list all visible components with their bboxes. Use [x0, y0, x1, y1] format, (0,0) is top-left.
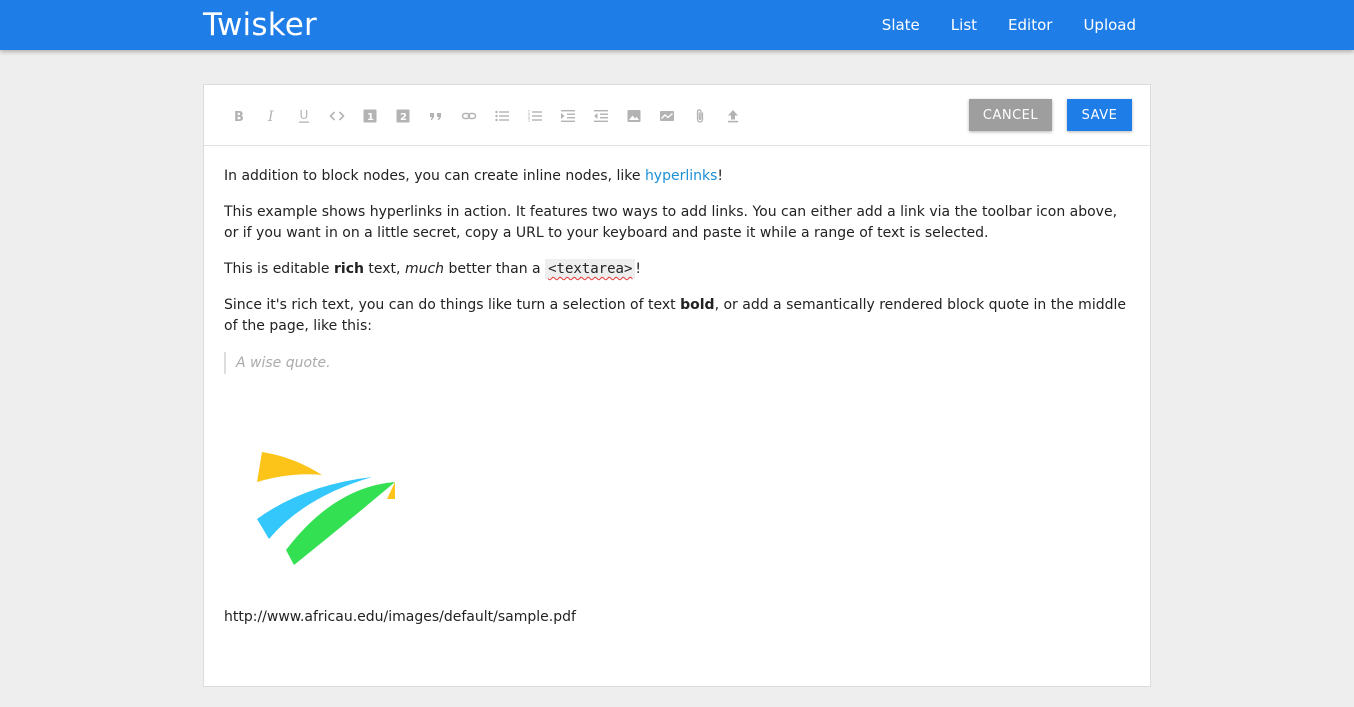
bulleted-list-icon[interactable]	[485, 106, 518, 126]
cancel-button[interactable]: CANCEL	[969, 99, 1052, 131]
italic-icon[interactable]: I	[254, 106, 287, 126]
main-nav: Slate List Editor Upload	[882, 0, 1136, 50]
brand-title[interactable]: Twisker	[203, 7, 317, 43]
paragraph-inline-nodes: In addition to block nodes, you can crea…	[224, 168, 724, 184]
underline-icon[interactable]: U	[287, 106, 320, 126]
format-tools: B I U 1 2 1 2 3	[221, 106, 749, 126]
pdf-url-text[interactable]: http://www.africau.edu/images/default/sa…	[224, 609, 576, 625]
editor-card: B I U 1 2 1 2 3 CANCEL SAVE In addition …	[203, 84, 1151, 687]
svg-text:B: B	[234, 110, 244, 124]
heading-two-icon[interactable]: 2	[386, 106, 419, 126]
nav-item-slate[interactable]: Slate	[882, 16, 920, 34]
svg-text:2: 2	[400, 112, 407, 123]
link-icon[interactable]	[452, 106, 485, 126]
block-quote: A wise quote.	[224, 352, 1134, 374]
app-bar: Twisker Slate List Editor Upload	[0, 0, 1354, 50]
image-icon[interactable]	[617, 106, 650, 126]
outdent-icon[interactable]	[584, 106, 617, 126]
editor-toolbar: B I U 1 2 1 2 3 CANCEL SAVE	[204, 85, 1150, 146]
svg-text:I: I	[267, 109, 274, 124]
paragraph-block-quote-info: Since it's rich text, you can do things …	[224, 297, 1126, 334]
upload-icon[interactable]	[716, 106, 749, 126]
block-quote-icon[interactable]	[419, 106, 452, 126]
paragraph-rich-text: This is editable rich text, much better …	[224, 259, 642, 279]
svg-text:3: 3	[527, 118, 530, 124]
nav-item-upload[interactable]: Upload	[1083, 16, 1136, 34]
paragraph-hyperlinks-info: This example shows hyperlinks in action.…	[224, 204, 1118, 241]
svg-text:U: U	[299, 108, 308, 122]
svg-text:1: 1	[367, 112, 374, 123]
numbered-list-icon[interactable]: 123	[518, 106, 551, 126]
nav-item-list[interactable]: List	[951, 16, 977, 34]
inline-code: <textarea>	[545, 259, 636, 279]
attachment-icon[interactable]	[683, 106, 716, 126]
nav-item-editor[interactable]: Editor	[1008, 16, 1052, 34]
editor-content[interactable]: In addition to block nodes, you can crea…	[224, 166, 1134, 374]
indent-icon[interactable]	[551, 106, 584, 126]
code-icon[interactable]	[320, 106, 353, 126]
heading-one-icon[interactable]: 1	[353, 106, 386, 126]
bold-icon[interactable]: B	[221, 106, 254, 126]
photo-icon[interactable]	[650, 106, 683, 126]
save-button[interactable]: SAVE	[1067, 99, 1132, 131]
embedded-logo-image[interactable]	[254, 447, 399, 567]
hyperlinks-link[interactable]: hyperlinks	[645, 168, 717, 184]
